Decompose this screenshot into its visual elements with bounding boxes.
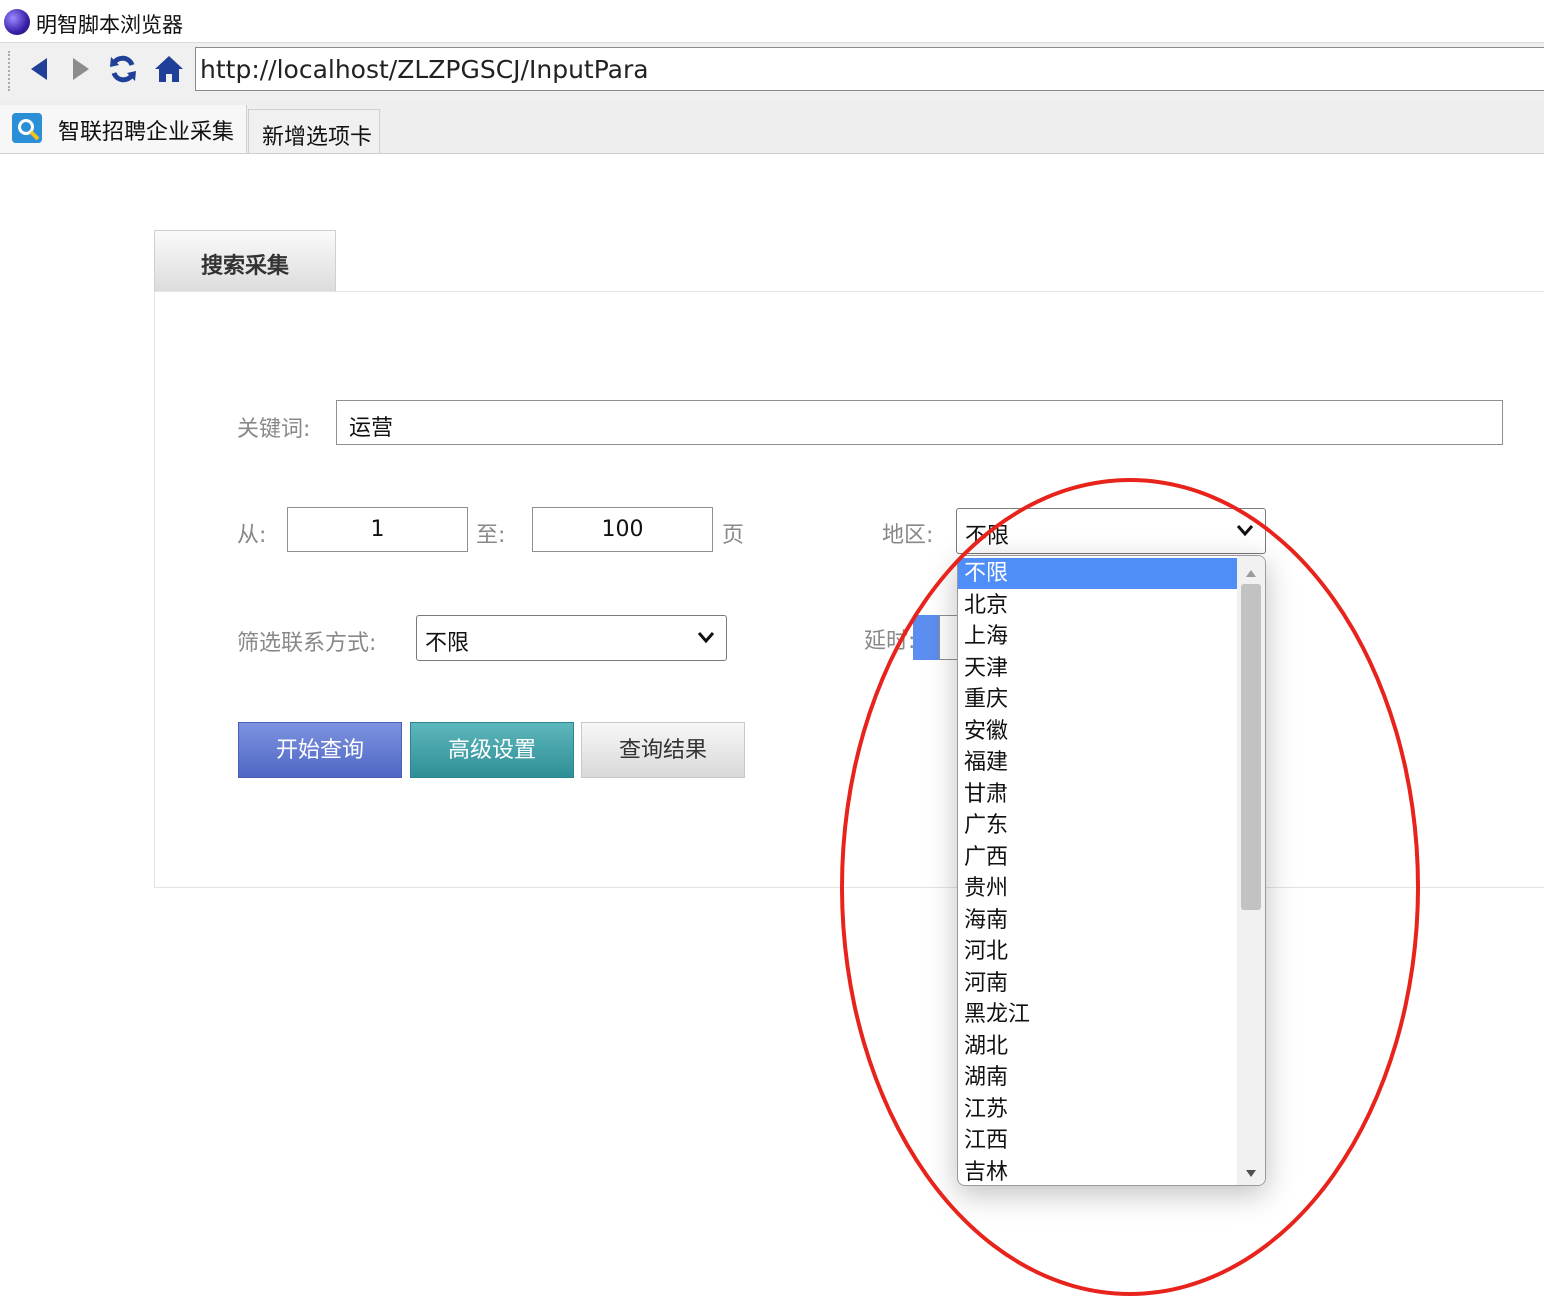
dropdown-scroll-thumb[interactable] — [1241, 584, 1261, 910]
scroll-down-icon[interactable] — [1245, 1163, 1257, 1182]
tab-search-collect[interactable]: 搜索采集 — [154, 230, 336, 292]
region-option[interactable]: 江西 — [958, 1125, 1237, 1156]
region-dropdown-list: 不限 北京 上海 天津 重庆 安徽 福建 甘肃 广东 广西 贵州 海南 河北 河南 黑龙江 湖北 湖南 江苏 江西吉… — [957, 555, 1266, 1186]
from-page-input[interactable]: 1 — [287, 507, 468, 552]
dropdown-scrollbar[interactable] — [1237, 556, 1265, 1185]
delay-label: 延时: — [864, 629, 916, 654]
page-unit-label: 页 — [722, 523, 745, 548]
browser-tab-strip: 智联招聘企业采集 新增选项卡 — [0, 101, 1544, 154]
region-option[interactable]: 贵州 — [958, 873, 1237, 904]
region-option[interactable]: 北京 — [958, 590, 1237, 621]
from-page-value: 1 — [370, 517, 385, 542]
start-query-button[interactable]: 开始查询 — [238, 722, 402, 778]
chevron-down-icon — [1235, 520, 1255, 544]
keyword-value: 运营 — [349, 416, 394, 441]
search-panel — [154, 291, 1544, 888]
toolbar-grip — [8, 51, 10, 91]
forward-arrow-icon[interactable] — [64, 51, 98, 87]
region-option[interactable]: 广东 — [958, 810, 1237, 841]
window-title: 明智脚本浏览器 — [36, 13, 183, 37]
region-option[interactable]: 河北 — [958, 936, 1237, 967]
region-option[interactable]: 天津 — [958, 653, 1237, 684]
region-option[interactable]: 安徽 — [958, 716, 1237, 747]
from-label: 从: — [237, 523, 267, 548]
address-bar[interactable]: http://localhost/ZLZPGSCJ/InputPara — [195, 47, 1544, 91]
to-label: 至: — [476, 523, 506, 548]
region-option[interactable]: 江苏 — [958, 1094, 1237, 1125]
region-option[interactable]: 广西 — [958, 842, 1237, 873]
region-option[interactable]: 湖南 — [958, 1062, 1237, 1093]
to-page-value: 100 — [601, 517, 644, 542]
region-option[interactable]: 不限 — [958, 558, 1237, 589]
tab-zhilian[interactable]: 智联招聘企业采集 — [0, 105, 247, 153]
keyword-label: 关键词: — [237, 417, 311, 442]
region-option[interactable]: 湖北 — [958, 1031, 1237, 1062]
panel-tab-label: 搜索采集 — [200, 254, 289, 279]
chevron-down-icon — [696, 627, 716, 651]
region-option[interactable]: 河南 — [958, 968, 1237, 999]
keyword-input[interactable]: 运营 — [336, 400, 1503, 445]
region-option[interactable]: 重庆 — [958, 684, 1237, 715]
region-option[interactable]: 上海 — [958, 621, 1237, 652]
query-results-button[interactable]: 查询结果 — [581, 722, 745, 778]
region-option[interactable]: 甘肃 — [958, 779, 1237, 810]
region-option[interactable]: 海南 — [958, 905, 1237, 936]
app-logo-icon — [4, 9, 30, 35]
region-selected-value: 不限 — [965, 524, 1010, 549]
contact-filter-value: 不限 — [425, 631, 470, 656]
region-select[interactable]: 不限 — [956, 508, 1266, 554]
delay-input[interactable] — [939, 615, 959, 660]
refresh-icon[interactable] — [106, 51, 140, 87]
advanced-settings-button[interactable]: 高级设置 — [410, 722, 574, 778]
delay-input-highlight — [913, 615, 939, 660]
to-page-input[interactable]: 100 — [532, 507, 713, 552]
back-arrow-icon[interactable] — [22, 51, 56, 87]
url-text: http://localhost/ZLZPGSCJ/InputPara — [200, 55, 649, 84]
home-icon[interactable] — [152, 51, 186, 87]
scroll-up-icon[interactable] — [1245, 564, 1257, 583]
region-option[interactable]: 吉林 — [958, 1157, 1237, 1186]
region-option[interactable]: 黑龙江 — [958, 999, 1237, 1030]
tab-new[interactable]: 新增选项卡 — [248, 109, 380, 153]
tab-label: 智联招聘企业采集 — [58, 120, 235, 145]
title-bar: 明智脚本浏览器 — [0, 0, 1544, 42]
region-option[interactable]: 福建 — [958, 747, 1237, 778]
region-label: 地区: — [882, 523, 934, 548]
contact-filter-select[interactable]: 不限 — [416, 615, 727, 661]
zhilian-logo-icon — [12, 113, 42, 143]
contact-filter-label: 筛选联系方式: — [237, 631, 377, 656]
navigation-bar: http://localhost/ZLZPGSCJ/InputPara — [0, 42, 1544, 102]
tab-label: 新增选项卡 — [262, 125, 373, 150]
